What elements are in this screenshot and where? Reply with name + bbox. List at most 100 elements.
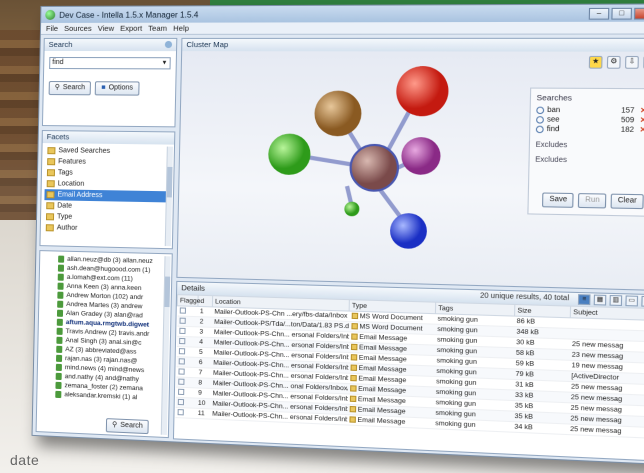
thumbnail-view-icon[interactable]: ▦ bbox=[593, 294, 607, 306]
flag-checkbox[interactable] bbox=[179, 306, 186, 314]
cluster-node-green[interactable] bbox=[267, 133, 311, 176]
facets-scrollbar[interactable] bbox=[164, 146, 173, 247]
star-icon[interactable]: ★ bbox=[588, 55, 603, 69]
list-view-icon[interactable]: ≡ bbox=[577, 294, 591, 306]
pin-icon[interactable] bbox=[164, 40, 173, 49]
contact-icon bbox=[55, 390, 62, 399]
row-type-label: MS Word Document bbox=[359, 312, 423, 323]
row-type-label: Email Message bbox=[359, 333, 408, 343]
export-icon[interactable]: ⇩ bbox=[624, 55, 639, 69]
cluster-node-brown[interactable] bbox=[314, 90, 362, 137]
row-number: 9 bbox=[195, 387, 211, 399]
flag-checkbox[interactable] bbox=[177, 388, 184, 395]
flag-checkbox[interactable] bbox=[177, 367, 185, 375]
clear-button[interactable]: Clear bbox=[610, 193, 644, 210]
cluster-map-title: Cluster Map bbox=[186, 39, 229, 50]
cluster-map-panel: Cluster Map ★ ⚙ ⇩ Searches ban 157 ✕ see… bbox=[176, 37, 644, 292]
search-button[interactable]: ⚲ Search bbox=[48, 81, 92, 96]
search-query-text: find bbox=[52, 58, 64, 67]
search-term: ban bbox=[547, 106, 561, 115]
cluster-node-purple[interactable] bbox=[401, 136, 441, 176]
remove-icon[interactable]: ✕ bbox=[640, 126, 644, 136]
maximize-button[interactable]: □ bbox=[611, 7, 633, 20]
search-term-row[interactable]: find 182 ✕ bbox=[535, 125, 644, 136]
flag-checkbox[interactable] bbox=[179, 317, 186, 324]
contact-icon bbox=[57, 291, 64, 299]
search-input[interactable]: find ▼ bbox=[49, 56, 171, 70]
remove-icon[interactable]: ✕ bbox=[640, 116, 644, 126]
menu-sources[interactable]: Sources bbox=[64, 24, 92, 33]
menu-file[interactable]: File bbox=[46, 24, 58, 33]
row-type-label: Email Message bbox=[358, 375, 407, 385]
document-icon bbox=[350, 323, 358, 330]
document-icon bbox=[349, 374, 357, 382]
flag-checkbox[interactable] bbox=[178, 347, 185, 354]
menu-help[interactable]: Help bbox=[173, 24, 189, 33]
cluster-map-canvas[interactable]: ★ ⚙ ⇩ ▦ Searches ban157✕ see509✕ find182… bbox=[177, 51, 644, 290]
type-icon bbox=[45, 213, 55, 221]
flag-checkbox[interactable] bbox=[178, 327, 186, 334]
tree-search-label: Search bbox=[120, 421, 143, 430]
facet-label: Location bbox=[57, 180, 85, 188]
tag-icon bbox=[46, 169, 56, 177]
cluster-node-center[interactable] bbox=[350, 145, 398, 191]
facet-label: Author bbox=[56, 224, 78, 232]
facet-label: Date bbox=[57, 202, 73, 210]
row-type: Email Message bbox=[346, 414, 434, 429]
excludes-label: Excludes bbox=[535, 141, 568, 150]
contact-icon bbox=[55, 363, 62, 372]
row-number: 2 bbox=[197, 316, 213, 328]
minimize-button[interactable]: – bbox=[588, 7, 610, 20]
tree-search-button[interactable]: ⚲ Search bbox=[105, 418, 150, 435]
columns-icon[interactable]: ▥ bbox=[609, 294, 623, 307]
document-icon bbox=[348, 416, 356, 423]
facet-label: Tags bbox=[57, 169, 73, 177]
flag-checkbox[interactable] bbox=[177, 398, 184, 405]
run-button[interactable]: Run bbox=[578, 193, 607, 209]
remove-icon[interactable]: ✕ bbox=[640, 106, 644, 116]
options-button[interactable]: ■ Options bbox=[95, 81, 140, 96]
flag-checkbox[interactable] bbox=[177, 408, 184, 415]
close-button[interactable]: ✕ bbox=[634, 7, 644, 20]
contact-icon bbox=[56, 336, 63, 344]
search-panel-title: Search bbox=[48, 39, 73, 49]
flag-checkbox[interactable] bbox=[177, 378, 185, 385]
document-icon bbox=[350, 333, 358, 340]
preview-icon[interactable]: ▭ bbox=[625, 295, 639, 307]
flag-checkbox[interactable] bbox=[178, 337, 185, 344]
document-icon bbox=[350, 343, 357, 351]
search-term: find bbox=[546, 125, 560, 134]
row-type-label: Email Message bbox=[357, 416, 406, 426]
document-icon bbox=[349, 405, 356, 413]
save-button[interactable]: Save bbox=[542, 192, 575, 208]
menu-export[interactable]: Export bbox=[120, 24, 142, 33]
search-count: 509 bbox=[620, 116, 635, 125]
column-header-flagged[interactable]: Flagged bbox=[177, 294, 204, 307]
contact-icon bbox=[55, 381, 62, 390]
contact-icon bbox=[56, 309, 64, 317]
search-panel: Search find ▼ ⚲ Search ■ Options bbox=[41, 37, 178, 128]
row-number: 7 bbox=[196, 367, 212, 379]
row-number: 11 bbox=[195, 408, 211, 420]
app-window: Dev Case - Intella 1.5.x Manager 1.5.4 –… bbox=[31, 3, 644, 465]
facet-author[interactable]: Author bbox=[44, 222, 170, 236]
contact-icon bbox=[57, 282, 64, 290]
facet-label: Type bbox=[56, 213, 73, 221]
row-type-label: Email Message bbox=[358, 354, 407, 364]
cluster-node-blue[interactable] bbox=[389, 212, 428, 250]
menu-team[interactable]: Team bbox=[148, 24, 167, 33]
menu-view[interactable]: View bbox=[98, 24, 114, 33]
search-term: see bbox=[546, 116, 560, 124]
cluster-node-red[interactable] bbox=[395, 65, 450, 117]
row-type-label: Email Message bbox=[358, 344, 407, 353]
chevron-down-icon[interactable]: ▼ bbox=[159, 58, 169, 68]
facet-label: Email Address bbox=[57, 191, 103, 200]
document-icon bbox=[349, 395, 356, 403]
contact-icon bbox=[55, 354, 63, 363]
settings-icon[interactable]: ⚙ bbox=[606, 55, 621, 69]
menu-bar: File Sources View Export Team Help bbox=[40, 21, 644, 35]
contact-icon bbox=[56, 345, 63, 353]
flag-checkbox[interactable] bbox=[178, 357, 185, 365]
row-number: 3 bbox=[197, 326, 212, 338]
cluster-node-small[interactable] bbox=[344, 201, 360, 217]
